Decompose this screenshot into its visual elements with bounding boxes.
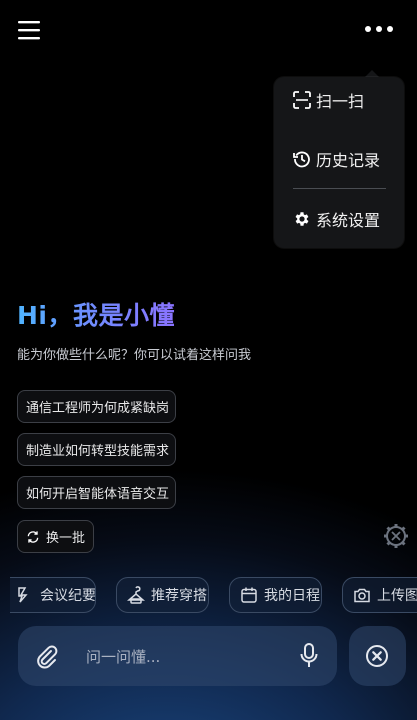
outfit-icon <box>127 586 145 604</box>
refresh-suggestions-button[interactable]: 换一批 <box>17 520 94 553</box>
dropdown-divider <box>293 188 386 189</box>
tool-outfit[interactable]: 推荐穿搭 <box>116 577 209 613</box>
menu-item-settings[interactable]: 系统设置 <box>274 199 404 239</box>
close-circle-icon <box>366 645 388 667</box>
refresh-icon <box>27 530 39 543</box>
calendar-icon <box>241 587 257 603</box>
gear-icon <box>295 212 309 226</box>
paperclip-icon <box>37 645 58 669</box>
hamburger-menu-icon <box>18 21 40 40</box>
menu-item-scan[interactable]: 扫一扫 <box>274 80 404 120</box>
tool-label: 我的日程 <box>264 588 320 604</box>
scan-icon <box>293 91 311 109</box>
more-horizontal-icon <box>365 26 393 32</box>
camera-icon <box>354 588 370 603</box>
tool-meeting-notes[interactable]: 会议纪要 <box>10 577 96 613</box>
attach-button[interactable] <box>33 643 59 669</box>
assistant-float-button[interactable] <box>383 523 409 549</box>
greeting-title: Hi，我是小懂 <box>17 296 175 332</box>
more-dropdown-menu: 扫一扫 历史记录 系统设置 <box>274 77 404 248</box>
menu-item-settings-label: 系统设置 <box>316 211 381 230</box>
menu-item-history[interactable]: 历史记录 <box>274 139 404 179</box>
tool-label: 推荐穿搭 <box>151 588 207 604</box>
microphone-icon <box>300 643 318 667</box>
meeting-notes-icon <box>18 587 28 603</box>
chat-input[interactable]: 问一问懂... <box>86 646 160 667</box>
history-icon <box>293 151 310 168</box>
voice-input-button[interactable] <box>299 642 319 670</box>
tool-schedule[interactable]: 我的日程 <box>229 577 322 613</box>
suggestion-chip[interactable]: 如何开启智能体语音交互 <box>17 476 176 509</box>
chat-input-bar: 问一问懂... <box>18 626 337 686</box>
menu-button[interactable] <box>18 20 40 40</box>
menu-item-scan-label: 扫一扫 <box>316 92 365 111</box>
menu-item-history-label: 历史记录 <box>316 151 381 170</box>
tool-label: 上传图 <box>377 588 417 604</box>
tool-upload-image[interactable]: 上传图 <box>342 577 417 613</box>
suggestion-chip[interactable]: 制造业如何转型技能需求 <box>17 433 176 466</box>
assistant-gear-icon <box>384 524 408 548</box>
tool-label: 会议纪要 <box>40 588 96 604</box>
refresh-label: 换一批 <box>45 531 85 546</box>
suggestion-chip[interactable]: 通信工程师为何成紧缺岗 <box>17 390 176 423</box>
more-button[interactable] <box>363 22 395 36</box>
greeting-subtitle: 能为你做些什么呢？你可以试着这样问我 <box>17 348 252 363</box>
close-button[interactable] <box>349 626 406 686</box>
